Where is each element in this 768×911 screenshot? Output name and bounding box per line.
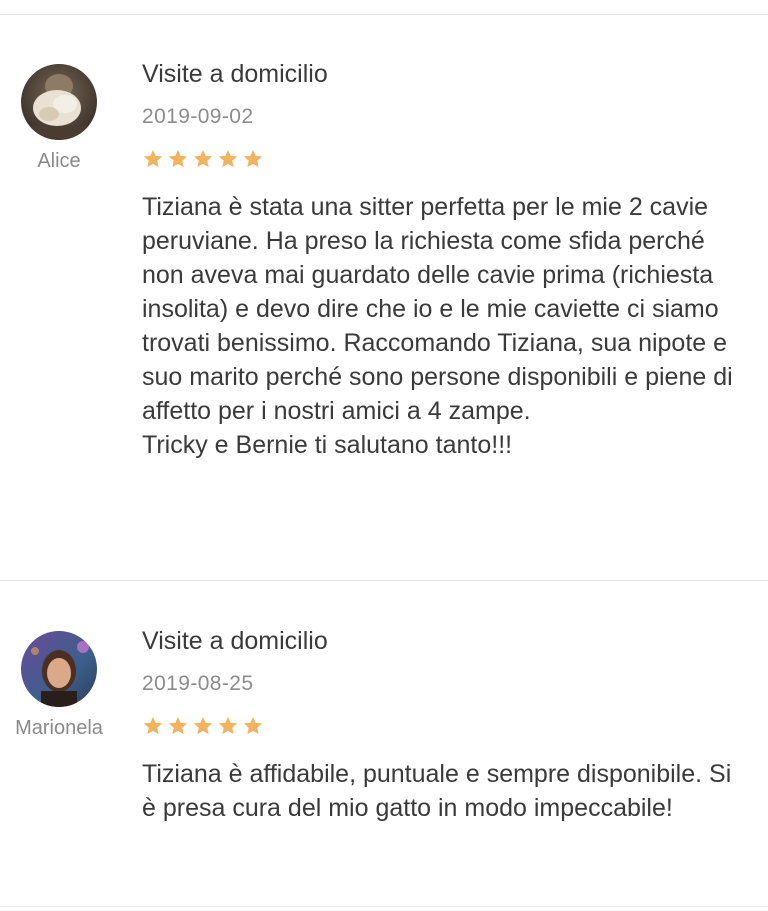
star-icon bbox=[168, 716, 188, 735]
star-icon bbox=[218, 716, 238, 735]
star-icon bbox=[243, 716, 263, 735]
review-item: Marionela Visite a domicilio 2019-08-25 … bbox=[0, 580, 768, 910]
star-icon bbox=[193, 149, 213, 168]
bottom-divider bbox=[0, 906, 768, 907]
review-date: 2019-09-02 bbox=[142, 105, 254, 128]
reviewer-avatar[interactable] bbox=[21, 64, 97, 140]
star-rating bbox=[142, 148, 264, 170]
star-icon bbox=[168, 149, 188, 168]
service-title: Visite a domicilio bbox=[142, 627, 328, 655]
star-icon bbox=[193, 716, 213, 735]
service-title: Visite a domicilio bbox=[142, 60, 328, 88]
reviewer-name: Marionela bbox=[15, 717, 103, 739]
star-icon bbox=[143, 716, 163, 735]
review-text: Tiziana è stata una sitter perfetta per … bbox=[142, 193, 733, 459]
star-icon bbox=[218, 149, 238, 168]
star-rating bbox=[142, 715, 264, 737]
review-date: 2019-08-25 bbox=[142, 672, 254, 695]
review-text: Tiziana è affidabile, puntuale e sempre … bbox=[142, 760, 732, 822]
review-item: Alice Visite a domicilio 2019-09-02 Tizi… bbox=[0, 0, 768, 580]
reviewer-name: Alice bbox=[37, 150, 81, 172]
star-icon bbox=[143, 149, 163, 168]
reviewer-avatar[interactable] bbox=[21, 631, 97, 707]
star-icon bbox=[243, 149, 263, 168]
